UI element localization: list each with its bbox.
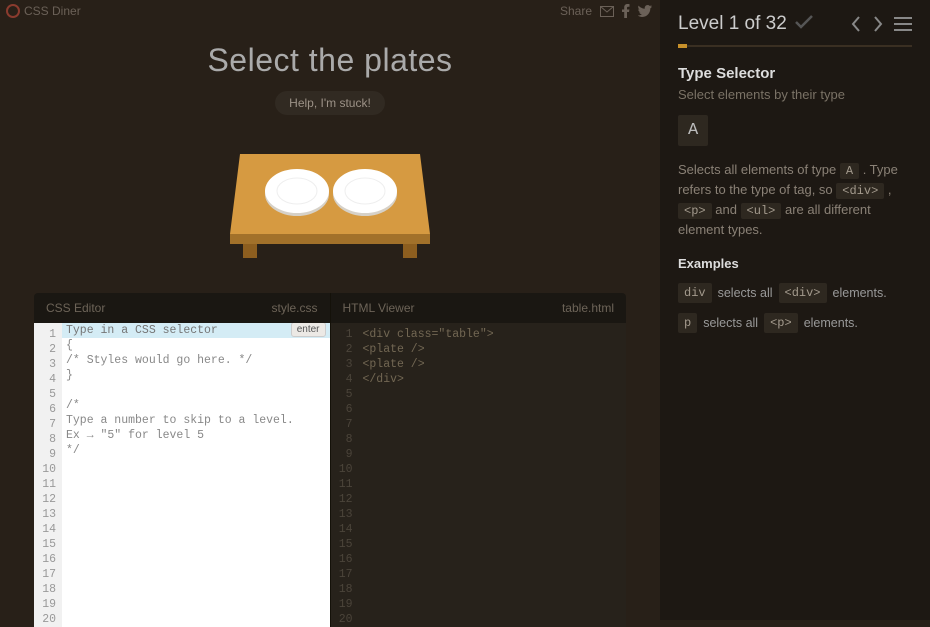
selector-input[interactable] (66, 324, 248, 337)
html-viewer-title: HTML Viewer (343, 301, 415, 315)
css-editor-header: CSS Editor style.css (34, 293, 331, 323)
mail-icon[interactable] (600, 6, 614, 17)
page-title: Select the plates (0, 42, 660, 79)
top-bar: CSS Diner Share (0, 0, 660, 22)
code-tag: <ul> (741, 203, 782, 219)
share-group: Share (560, 4, 652, 18)
css-code-area[interactable]: enter {/* Styles would go here. */} /*Ty… (62, 323, 330, 627)
main-area: CSS Diner Share Select the plates Help, … (0, 0, 660, 620)
selector-description: Selects all elements of type A . Type re… (678, 160, 912, 240)
html-line-gutter: 1234567891011121314151617181920 (331, 323, 359, 627)
selector-subtitle: Select elements by their type (678, 85, 912, 105)
brand-label: CSS Diner (24, 4, 81, 18)
enter-button[interactable]: enter (291, 323, 326, 337)
next-level-icon[interactable] (872, 15, 884, 33)
html-viewer-filename: table.html (562, 301, 614, 315)
css-editor-filename: style.css (271, 301, 317, 315)
code-tag: <div> (779, 283, 827, 303)
css-line-gutter: 1234567891011121314151617181920 (34, 323, 62, 627)
logo-icon (6, 4, 20, 18)
examples-list: divselects all<div>elements. pselects all… (678, 283, 912, 333)
example-row: pselects all<p>elements. (678, 313, 912, 333)
sidebar: Level 1 of 32 Type Selector Select eleme… (660, 0, 930, 620)
level-progress (678, 45, 912, 47)
selector-title: Type Selector (678, 63, 912, 86)
selector-syntax: A (678, 115, 708, 147)
brand[interactable]: CSS Diner (0, 4, 81, 18)
examples-heading: Examples (678, 254, 912, 274)
code-tag: p (678, 313, 697, 333)
table-illustration (225, 139, 435, 269)
code-tag: <p> (678, 203, 712, 219)
html-viewer-header: HTML Viewer table.html (331, 293, 627, 323)
twitter-icon[interactable] (638, 5, 652, 17)
level-label: Level 1 of 32 (678, 10, 787, 39)
code-tag: div (678, 283, 712, 303)
code-tag: <p> (764, 313, 798, 333)
table-scene (0, 139, 660, 269)
editor-headers: CSS Editor style.css HTML Viewer table.h… (34, 293, 626, 323)
html-code-area: <div class="table"> <plate /> <plate /><… (359, 323, 627, 627)
level-header: Level 1 of 32 (678, 10, 912, 39)
css-editor-title: CSS Editor (46, 301, 105, 315)
code-tag: A (840, 163, 859, 179)
css-editor-pane: 1234567891011121314151617181920 enter {/… (34, 323, 330, 627)
menu-icon[interactable] (894, 17, 912, 31)
code-tag: <div> (836, 183, 884, 199)
prev-level-icon[interactable] (850, 15, 862, 33)
share-label: Share (560, 4, 592, 18)
editor-panes: 1234567891011121314151617181920 enter {/… (34, 323, 626, 627)
level-check-icon (795, 10, 813, 39)
example-row: divselects all<div>elements. (678, 283, 912, 303)
editor-container: CSS Editor style.css HTML Viewer table.h… (34, 293, 626, 627)
facebook-icon[interactable] (622, 4, 630, 18)
help-button[interactable]: Help, I'm stuck! (275, 91, 385, 115)
html-viewer-pane: 1234567891011121314151617181920 <div cla… (330, 323, 627, 627)
